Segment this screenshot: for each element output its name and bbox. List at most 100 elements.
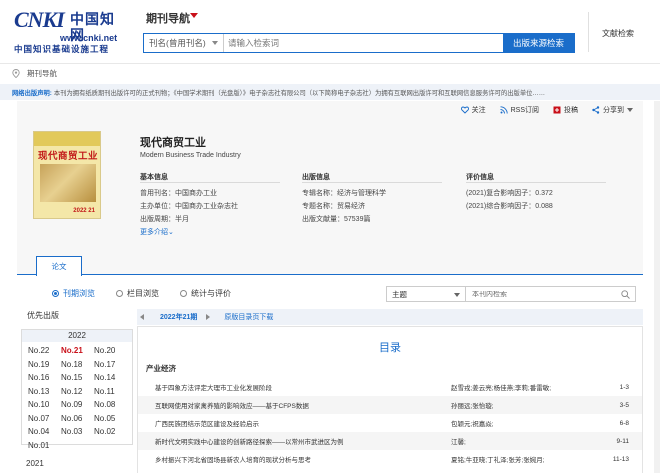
article-title-link[interactable]: 基于四象方法评定大理市工业化发展阶段	[138, 382, 438, 392]
table-of-contents: 目录 产业经济 基于四象方法评定大理市工业化发展阶段 赵雪戎;姜云亮;杨佳燕;李莉…	[137, 326, 643, 473]
article-pages: 6-8	[619, 419, 629, 427]
submit-action[interactable]: 投稿	[553, 105, 578, 115]
logo-url: www.cnki.net	[60, 33, 118, 43]
year-header[interactable]: 2021	[26, 459, 44, 468]
topic-filter-label: 主题	[392, 289, 407, 299]
search-bar: 刊名(曾用刊名) 出版来源检索	[143, 33, 575, 53]
toc-row: 广西民族团结示范区建设及经验启示 包颖元;祝嘉焱; 6-8	[138, 414, 642, 432]
issue-link[interactable]: No.11	[94, 385, 127, 399]
inner-search-input[interactable]	[466, 290, 616, 298]
issue-link[interactable]: No.07	[28, 412, 61, 426]
issue-link[interactable]: No.09	[61, 398, 94, 412]
issue-link[interactable]: No.18	[61, 358, 94, 372]
chevron-down-icon	[212, 41, 218, 45]
article-title-link[interactable]: 广西民族团结示范区建设及经验启示	[138, 418, 438, 428]
share-icon	[592, 106, 600, 114]
search-input[interactable]	[224, 34, 503, 52]
article-pages: 1-3	[619, 383, 629, 391]
document-search-link[interactable]: 文献检索	[602, 28, 634, 39]
year-header[interactable]: 2022	[22, 330, 132, 342]
content-tabs: 论文	[17, 251, 643, 276]
issue-link[interactable]: No.13	[28, 385, 61, 399]
article-title-link[interactable]: 新时代文明实践中心建设的创新路径探索——以常州市武进区为例	[138, 436, 438, 446]
radio-column-browse[interactable]: 栏目浏览	[116, 288, 159, 299]
radio-issue-browse[interactable]: 刊期浏览	[52, 288, 95, 299]
article-pages: 3-5	[619, 401, 629, 409]
issue-link[interactable]: No.16	[28, 371, 61, 385]
journal-inner-search	[466, 286, 636, 302]
browse-mode-radios: 刊期浏览 栏目浏览 统计与评价	[52, 288, 231, 299]
issue-link[interactable]: No.03	[61, 425, 94, 439]
toc-heading: 目录	[379, 342, 401, 354]
next-issue-icon[interactable]	[206, 314, 211, 320]
rss-action[interactable]: RSS订阅	[500, 105, 539, 115]
issue-link[interactable]: No.05	[94, 412, 127, 426]
article-title-link[interactable]: 乡村振兴下河北省固场县新农人培育的现状分析与思考	[138, 454, 438, 464]
search-field-label: 刊名(曾用刊名)	[149, 38, 206, 48]
issue-link[interactable]: No.08	[94, 398, 127, 412]
issue-link[interactable]: No.10	[28, 398, 61, 412]
download-catalog-link[interactable]: 原版目录页下载	[224, 312, 273, 322]
tab-papers[interactable]: 论文	[36, 256, 82, 276]
cnki-logo[interactable]: CNKI 中国知网 www.cnki.net 中国知识基础设施工程	[14, 9, 126, 55]
chevron-down-icon	[627, 108, 633, 112]
breadcrumb-item[interactable]: 期刊导航	[27, 68, 57, 79]
site-header: CNKI 中国知网 www.cnki.net 中国知识基础设施工程 期刊导航 刊…	[0, 0, 660, 62]
topic-filter-select[interactable]: 主题	[386, 286, 466, 302]
article-title-link[interactable]: 互联网使用对家禽养殖的影响效应——基于CFPS数据	[138, 400, 438, 410]
follow-action[interactable]: 关注	[460, 105, 486, 115]
issue-link[interactable]: No.20	[94, 344, 127, 358]
journal-title-en: Modern Business Trade Industry	[140, 152, 241, 159]
evaluation-info-heading: 评价信息	[466, 172, 606, 183]
article-pages: 11-13	[612, 455, 629, 463]
cover-band	[34, 132, 100, 146]
header-divider	[588, 12, 589, 52]
caret-down-icon[interactable]	[190, 13, 198, 18]
issue-link[interactable]: No.12	[61, 385, 94, 399]
search-field-select[interactable]: 刊名(曾用刊名)	[144, 34, 224, 52]
source-search-button[interactable]: 出版来源检索	[503, 34, 574, 52]
issue-link[interactable]: No.19	[28, 358, 61, 372]
journal-nav-title[interactable]: 期刊导航	[146, 10, 190, 26]
article-authors: 夏铭;牛亚晓;丁礼泽;张芳;张婉月;	[451, 457, 545, 464]
more-intro-link[interactable]: 更多介绍⌄	[140, 226, 280, 239]
issue-link[interactable]: No.17	[94, 358, 127, 372]
journal-cover[interactable]: 现代商贸工业 2022 21	[33, 131, 101, 219]
basic-info-heading: 基本信息	[140, 172, 280, 183]
radio-checked-icon	[52, 290, 59, 297]
toc-row: 互联网使用对家禽养殖的影响效应——基于CFPS数据 孙丽远;张怡璇; 3-5	[138, 396, 642, 414]
journal-actions: 关注 RSS订阅 投稿 分享到	[460, 105, 633, 115]
issue-link[interactable]: No.06	[61, 412, 94, 426]
issue-link[interactable]: No.02	[94, 425, 127, 439]
share-label: 分享到	[603, 107, 624, 114]
search-icon[interactable]	[621, 290, 630, 299]
article-authors: 包颖元;祝嘉焱;	[451, 421, 494, 428]
issue-link[interactable]: No.21	[61, 344, 94, 358]
radio-unchecked-icon	[180, 290, 187, 297]
issue-link[interactable]: No.04	[28, 425, 61, 439]
issue-link[interactable]: No.01	[28, 439, 61, 453]
issue-link[interactable]: No.14	[94, 371, 127, 385]
publish-info: 出版信息 专辑名称：经济与管理科学 专题名称：贸易经济 出版文献量：57539篇	[302, 172, 442, 226]
submit-icon	[553, 106, 561, 114]
breadcrumb: 期刊导航	[0, 63, 660, 83]
radio-label: 栏目浏览	[127, 289, 159, 298]
toc-row: 基于四象方法评定大理市工业化发展阶段 赵雪戎;姜云亮;杨佳燕;李莉;番雷敏; 1-3	[138, 378, 642, 396]
publication-notice: 网络出版声明: 本刊为拥有纸质期刊出版许可的正式刊物；《中国学术期刊（光盘版）》…	[0, 84, 660, 100]
share-action[interactable]: 分享到	[592, 105, 633, 115]
rss-label: RSS订阅	[510, 107, 539, 114]
issue-sidebar: 优先出版 2022 No.22 No.21 No.20 No.19 No.18 No.17…	[17, 306, 134, 473]
radio-unchecked-icon	[116, 290, 123, 297]
radio-statistics[interactable]: 统计与评价	[180, 288, 231, 299]
publish-info-row: 专辑名称：经济与管理科学	[302, 190, 386, 197]
toc-section-title: 产业经济	[146, 364, 176, 373]
priority-publish-link[interactable]: 优先出版	[17, 306, 134, 326]
radio-label: 刊期浏览	[63, 289, 95, 298]
current-issue-label: 2022年21期	[160, 314, 198, 321]
journal-title: 现代商贸工业	[140, 137, 206, 149]
issue-link[interactable]: No.22	[28, 344, 61, 358]
issue-link[interactable]: No.15	[61, 371, 94, 385]
journal-info-panel: 关注 RSS订阅 投稿 分享到 现代商贸工业 2022 21 现代商贸工业 Mo…	[17, 101, 643, 251]
page-scrollbar[interactable]	[654, 101, 660, 473]
prev-issue-icon[interactable]	[140, 314, 144, 320]
